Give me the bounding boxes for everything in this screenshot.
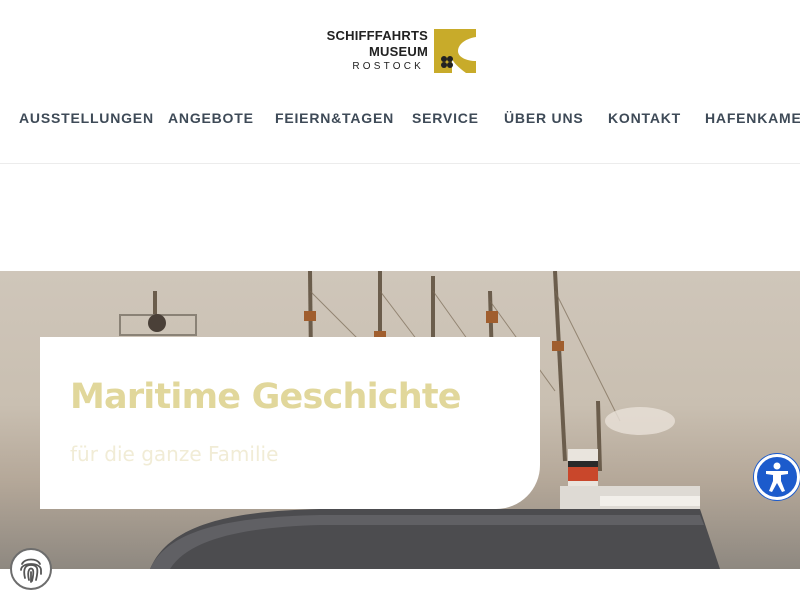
logo-line-2: MUSEUM [369,44,428,59]
logo-line-1: SCHIFFFAHRTS [326,28,428,43]
hero-text-card: Maritime Geschichte für die ganze Famili… [40,337,540,509]
fingerprint-icon [20,558,42,583]
logo-mark-icon [434,29,476,73]
cookie-settings-button[interactable] [10,548,52,590]
nav-item-service[interactable]: SERVICE [412,110,479,126]
accessibility-button[interactable] [754,454,800,500]
nav-item-hafenkamera[interactable]: HAFENKAMERA [705,110,800,126]
site-header: SCHIFFFAHRTS MUSEUM ROSTOCK AUSSTELLUNGE… [0,0,800,164]
main-navigation: AUSSTELLUNGEN ANGEBOTE FEIERN&TAGEN SERV… [0,106,800,132]
accessibility-person-icon [766,462,788,492]
hero-title: Maritime Geschichte [70,377,462,417]
nav-item-feiern-tagen[interactable]: FEIERN&TAGEN [275,110,394,126]
nav-item-kontakt[interactable]: KONTAKT [608,110,681,126]
nav-item-ausstellungen[interactable]: AUSSTELLUNGEN [19,110,154,126]
nav-item-ueber-uns[interactable]: ÜBER UNS [504,110,584,126]
logo-line-3: ROSTOCK [352,61,424,72]
site-logo[interactable]: SCHIFFFAHRTS MUSEUM ROSTOCK [324,28,476,74]
hero-subtitle: für die ganze Familie [70,442,279,466]
nav-item-angebote[interactable]: ANGEBOTE [168,110,254,126]
